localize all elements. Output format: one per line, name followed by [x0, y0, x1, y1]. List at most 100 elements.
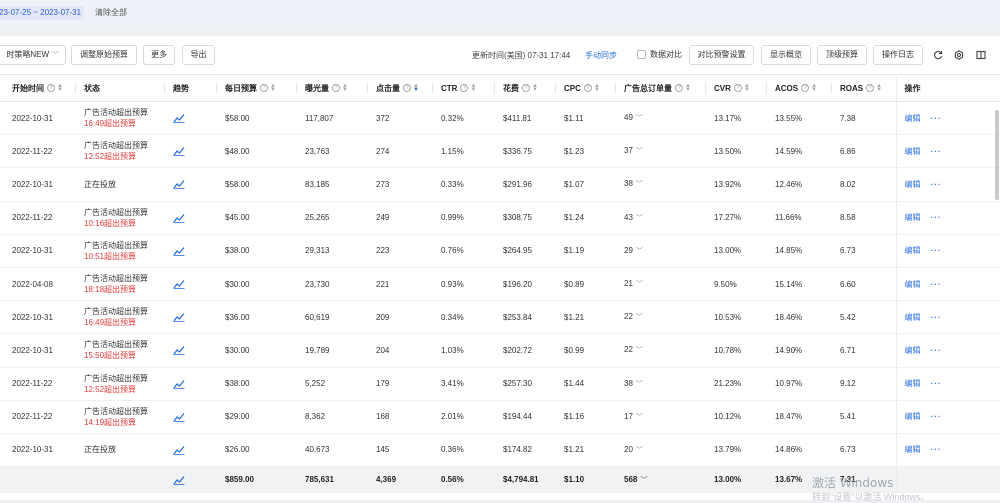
help-icon[interactable]: ?: [332, 84, 340, 93]
more-button[interactable]: 更多: [143, 45, 175, 65]
columns-icon[interactable]: [974, 48, 988, 62]
edit-link[interactable]: 编辑: [905, 280, 921, 289]
ad-orders-cell[interactable]: 22 ﹀: [616, 333, 706, 368]
help-icon[interactable]: ?: [522, 84, 530, 93]
clear-all-link[interactable]: 清除全部: [95, 7, 127, 18]
chevron-down-icon[interactable]: ﹀: [636, 347, 643, 354]
edit-link[interactable]: 编辑: [905, 445, 921, 454]
sort-icon[interactable]: ▲ ▼: [532, 83, 538, 93]
trend-chart-icon[interactable]: [173, 312, 217, 323]
table-row[interactable]: 2022-11-22 广告活动超出预算 12:52超出预算 $38.00 5,252 17…: [0, 367, 1000, 401]
more-options-icon[interactable]: ···: [931, 213, 942, 222]
chevron-down-icon[interactable]: ﹀: [636, 447, 643, 454]
chevron-down-icon[interactable]: ﹀: [636, 281, 643, 288]
table-row[interactable]: 2022-04-08 广告活动超出预算 18:18超出预算 $30.00 23,730 2…: [0, 267, 1000, 302]
table-row[interactable]: 2022-10-31 广告活动超出预算 16:49超出预算 $58.00 117,807…: [0, 101, 1000, 136]
help-icon[interactable]: ?: [460, 84, 469, 93]
col-start-time[interactable]: 开始时间? ▲ ▼: [0, 74, 76, 102]
chevron-down-icon[interactable]: ﹀: [636, 115, 643, 122]
edit-link[interactable]: 编辑: [905, 246, 921, 255]
trend-chart-icon[interactable]: [173, 475, 217, 485]
more-options-icon[interactable]: ···: [931, 246, 942, 255]
trend-chart-icon[interactable]: [173, 179, 217, 190]
total-orders-cell[interactable]: 568 ﹀: [616, 466, 706, 493]
ad-orders-cell[interactable]: 37 ﹀: [616, 134, 706, 169]
trend-chart-icon[interactable]: [173, 345, 217, 356]
data-compare-checkbox[interactable]: 数据对比: [637, 49, 682, 60]
col-roas[interactable]: ROAS? ▲ ▼: [832, 74, 896, 102]
chevron-down-icon[interactable]: ﹀: [636, 181, 643, 188]
help-icon[interactable]: ?: [47, 84, 55, 93]
col-ctr[interactable]: CTR? ▲ ▼: [433, 74, 495, 102]
more-options-icon[interactable]: ···: [931, 114, 942, 123]
edit-link[interactable]: 编辑: [905, 147, 921, 156]
col-daily-budget[interactable]: 每日预算? ▲ ▼: [217, 74, 297, 102]
trend-chart-icon[interactable]: [173, 213, 217, 223]
col-spend[interactable]: 花费? ▲ ▼: [495, 74, 556, 102]
chevron-down-icon[interactable]: ﹀: [636, 381, 643, 388]
checkbox-box[interactable]: [637, 50, 646, 60]
table-row[interactable]: 2022-10-31 正在投放 $58.00 83,185 273 0.33% $291.9…: [0, 167, 1000, 202]
more-options-icon[interactable]: ···: [931, 412, 942, 421]
help-icon[interactable]: ?: [403, 84, 411, 93]
col-clicks[interactable]: 点击量? ▲ ▼: [368, 74, 433, 102]
ad-orders-cell[interactable]: 20 ﹀: [616, 433, 706, 468]
sort-icon[interactable]: ▲ ▼: [685, 83, 691, 93]
trend-chart-icon[interactable]: [173, 279, 217, 289]
trend-chart-icon[interactable]: [173, 379, 217, 389]
edit-link[interactable]: 编辑: [905, 346, 921, 355]
chevron-down-icon[interactable]: ﹀: [640, 477, 647, 484]
table-row[interactable]: 2022-11-22 广告活动超出预算 14:19超出预算 $29.00 8,362 16…: [0, 400, 1000, 434]
trend-chart-icon[interactable]: [173, 445, 217, 455]
ad-orders-cell[interactable]: 38 ﹀: [616, 167, 706, 202]
more-options-icon[interactable]: ···: [931, 180, 942, 189]
strategy-dropdown[interactable]: 时策略NEW ﹀: [0, 45, 66, 65]
sort-icon[interactable]: ▲ ▼: [270, 83, 276, 93]
chevron-down-icon[interactable]: ﹀: [636, 414, 643, 421]
edit-link[interactable]: 编辑: [905, 180, 921, 189]
sort-icon[interactable]: ▲ ▼: [876, 83, 882, 93]
edit-link[interactable]: 编辑: [905, 313, 921, 322]
chevron-down-icon[interactable]: ﹀: [636, 314, 643, 321]
vertical-scrollbar[interactable]: [995, 110, 999, 200]
operation-log-button[interactable]: 操作日志: [873, 45, 923, 65]
edit-link[interactable]: 编辑: [905, 412, 921, 421]
col-impressions[interactable]: 曝光量? ▲ ▼: [297, 74, 368, 102]
sort-icon[interactable]: ▲ ▼: [57, 83, 63, 93]
help-icon[interactable]: ?: [675, 84, 683, 93]
more-options-icon[interactable]: ···: [931, 445, 942, 454]
col-cpc[interactable]: CPC? ▲ ▼: [556, 74, 616, 102]
more-options-icon[interactable]: ···: [931, 346, 942, 355]
more-options-icon[interactable]: ···: [931, 379, 942, 388]
chevron-down-icon[interactable]: ﹀: [636, 248, 643, 255]
sort-icon[interactable]: ▲ ▼: [594, 83, 600, 93]
col-acos[interactable]: ACOS? ▲ ▼: [767, 74, 832, 102]
help-icon[interactable]: ?: [260, 84, 268, 93]
table-row[interactable]: 2022-10-31 正在投放 $26.00 40,673 145 0.36% $174.8…: [0, 433, 1000, 468]
col-cvr[interactable]: CVR? ▲ ▼: [706, 74, 767, 102]
sort-icon[interactable]: ▲ ▼: [342, 83, 348, 93]
trend-chart-icon[interactable]: [173, 412, 217, 422]
ad-orders-cell[interactable]: 21 ﹀: [616, 267, 706, 302]
help-icon[interactable]: ?: [866, 84, 875, 93]
ad-orders-cell[interactable]: 49 ﹀: [616, 101, 706, 136]
trend-chart-icon[interactable]: [173, 113, 217, 123]
ad-orders-cell[interactable]: 43 ﹀: [616, 201, 706, 235]
table-row[interactable]: 2022-10-31 广告活动超出预算 10:51超出预算 $38.00 29,313 2…: [0, 234, 1000, 268]
table-row[interactable]: 2022-10-31 广告活动超出预算 15:50超出预算 $30.00 19,789 2…: [0, 333, 1000, 368]
ad-orders-cell[interactable]: 38 ﹀: [616, 367, 706, 401]
sort-icon[interactable]: ▲ ▼: [470, 83, 476, 93]
col-ad-orders[interactable]: 广告总订单量? ▲ ▼: [616, 74, 706, 102]
more-options-icon[interactable]: ···: [931, 280, 942, 289]
chevron-down-icon[interactable]: ﹀: [636, 148, 643, 155]
compare-settings-button[interactable]: 对比预警设置: [689, 45, 754, 65]
help-icon[interactable]: ?: [801, 84, 810, 93]
chevron-down-icon[interactable]: ﹀: [636, 215, 643, 222]
table-row[interactable]: 2022-11-22 广告活动超出预算 10:16超出预算 $45.00 25,265 2…: [0, 201, 1000, 235]
more-options-icon[interactable]: ···: [931, 313, 942, 322]
edit-link[interactable]: 编辑: [905, 213, 921, 222]
sort-icon[interactable]: ▲ ▼: [811, 83, 817, 93]
date-range-chip[interactable]: 23-07-25 ~ 2023-07-31: [0, 6, 85, 20]
edit-link[interactable]: 编辑: [905, 114, 921, 123]
table-row[interactable]: 2022-10-31 广告活动超出预算 16:49超出预算 $36.00 60,619 2…: [0, 300, 1000, 335]
